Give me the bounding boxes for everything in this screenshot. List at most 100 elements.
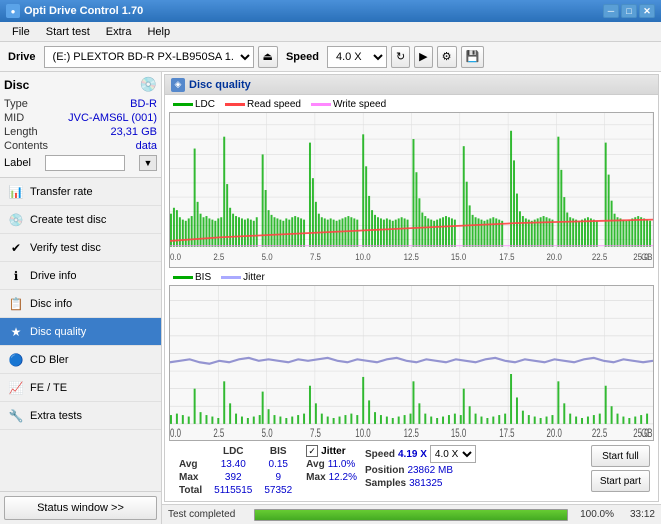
position-value: 23862 MB [407,465,453,476]
jitter-section: ✓ Jitter Avg 11.0% Max 12.2% [306,445,357,483]
nav-verify-test-disc[interactable]: ✔ Verify test disc [0,234,161,262]
disc-icon: 💿 [140,76,157,93]
write-speed-legend-label: Write speed [333,99,386,110]
bis-legend-label: BIS [195,272,211,283]
speed-label: Speed [282,51,323,63]
samples-value: 381325 [409,478,442,489]
svg-text:0.0: 0.0 [170,428,181,440]
menu-file[interactable]: File [4,24,38,40]
sidebar: Disc 💿 Type BD-R MID JVC-AMS6L (001) Len… [0,72,162,524]
disc-label-input[interactable] [45,155,125,171]
content-area: ◈ Disc quality LDC Read speed [162,72,661,524]
status-text: Test completed [168,509,248,520]
main-layout: Disc 💿 Type BD-R MID JVC-AMS6L (001) Len… [0,72,661,524]
svg-text:10.0: 10.0 [355,251,370,262]
svg-text:22.5: 22.5 [592,251,607,262]
status-window-button[interactable]: Status window >> [4,496,157,520]
avg-ldc: 13.40 [208,458,258,471]
nav-fe-te[interactable]: 📈 FE / TE [0,374,161,402]
title-bar-controls: ─ □ ✕ [603,4,655,18]
jitter-legend-color [221,276,241,279]
disc-quality-icon: ★ [8,324,24,340]
svg-text:12.5: 12.5 [404,428,420,440]
nav-transfer-rate[interactable]: 📊 Transfer rate [0,178,161,206]
drive-select[interactable]: (E:) PLEXTOR BD-R PX-LB950SA 1.06 [44,46,254,68]
bis-legend-color [173,276,193,279]
disc-label-row: Label ▼ [4,153,157,173]
chart-header: ◈ Disc quality [165,75,658,95]
config-button[interactable]: ⚙ [437,46,457,68]
progress-percent: 100.0% [574,509,614,520]
stats-table: LDC BIS Avg 13.40 0.15 Max 392 9 [173,445,298,497]
svg-text:12.5: 12.5 [404,251,419,262]
close-button[interactable]: ✕ [639,4,655,18]
start-part-button[interactable]: Start part [591,470,650,492]
sidebar-nav: 📊 Transfer rate 💿 Create test disc ✔ Ver… [0,178,161,491]
menu-extra[interactable]: Extra [98,24,140,40]
svg-text:GB: GB [641,428,653,440]
total-bis: 57352 [258,484,298,497]
maximize-button[interactable]: □ [621,4,637,18]
fe-te-icon: 📈 [8,380,24,396]
jitter-max-value: 12.2% [329,472,357,483]
max-ldc: 392 [208,471,258,484]
speed-display-row: Speed 4.19 X 4.0 X 2.0 X 8.0 X [365,445,476,463]
chart-panel: ◈ Disc quality LDC Read speed [164,74,659,502]
test-button[interactable]: ▶ [414,46,432,68]
nav-disc-info[interactable]: 📋 Disc info [0,290,161,318]
drive-label: Drive [4,51,40,63]
menu-bar: File Start test Extra Help [0,22,661,42]
samples-row: Samples 381325 [365,478,476,489]
nav-drive-info[interactable]: ℹ Drive info [0,262,161,290]
svg-text:15.0: 15.0 [451,428,467,440]
eject-button[interactable]: ⏏ [258,46,278,68]
disc-contents-row: Contents data [4,139,157,153]
read-speed-legend-label: Read speed [247,99,301,110]
menu-start-test[interactable]: Start test [38,24,98,40]
jitter-checkbox[interactable]: ✓ [306,445,318,457]
chart-panel-icon: ◈ [171,78,185,92]
read-speed-legend-color [225,103,245,106]
svg-text:2.5: 2.5 [213,251,224,262]
ldc-legend-label: LDC [195,99,215,110]
svg-text:22.5: 22.5 [592,428,608,440]
disc-label-button[interactable]: ▼ [139,155,157,171]
title-bar-text: Opti Drive Control 1.70 [24,5,143,17]
disc-mid-row: MID JVC-AMS6L (001) [4,111,157,125]
extra-tests-icon: 🔧 [8,408,24,424]
sidebar-footer: Status window >> [0,491,161,524]
svg-text:10.0: 10.0 [355,428,371,440]
speed-select[interactable]: 4.0 X 2.0 X 8.0 X [327,46,387,68]
minimize-button[interactable]: ─ [603,4,619,18]
svg-text:2.5: 2.5 [213,428,224,440]
transfer-rate-icon: 📊 [8,184,24,200]
nav-extra-tests[interactable]: 🔧 Extra tests [0,402,161,430]
progress-bar-inner [255,510,567,520]
chart-title: Disc quality [189,79,251,91]
menu-help[interactable]: Help [139,24,178,40]
jitter-max-row: Max 12.2% [306,472,357,483]
svg-text:15.0: 15.0 [451,251,466,262]
disc-length-row: Length 23,31 GB [4,125,157,139]
toolbar: Drive (E:) PLEXTOR BD-R PX-LB950SA 1.06 … [0,42,661,72]
max-bis: 9 [258,471,298,484]
nav-disc-quality[interactable]: ★ Disc quality [0,318,161,346]
avg-bis: 0.15 [258,458,298,471]
start-full-button[interactable]: Start full [591,445,650,467]
bottom-chart-svg: 0.0 2.5 5.0 7.5 10.0 12.5 15.0 17.5 20.0… [170,286,653,440]
nav-create-test-disc[interactable]: 💿 Create test disc [0,206,161,234]
speed-select-stats[interactable]: 4.0 X 2.0 X 8.0 X [430,445,476,463]
svg-text:GB: GB [641,251,653,262]
top-chart-area: 0.0 2.5 5.0 7.5 10.0 12.5 15.0 17.5 20.0… [169,112,654,268]
verify-test-disc-icon: ✔ [8,240,24,256]
refresh-button[interactable]: ↻ [391,46,410,68]
save-button[interactable]: 💾 [461,46,485,68]
disc-type-row: Type BD-R [4,97,157,111]
svg-text:0.0: 0.0 [170,251,181,262]
status-bar: Test completed 100.0% 33:12 [162,504,661,524]
position-row: Position 23862 MB [365,465,476,476]
stats-row: LDC BIS Avg 13.40 0.15 Max 392 9 [169,443,654,499]
title-bar: ● Opti Drive Control 1.70 ─ □ ✕ [0,0,661,22]
svg-text:20.0: 20.0 [547,428,563,440]
nav-cd-bler[interactable]: 🔵 CD Bler [0,346,161,374]
